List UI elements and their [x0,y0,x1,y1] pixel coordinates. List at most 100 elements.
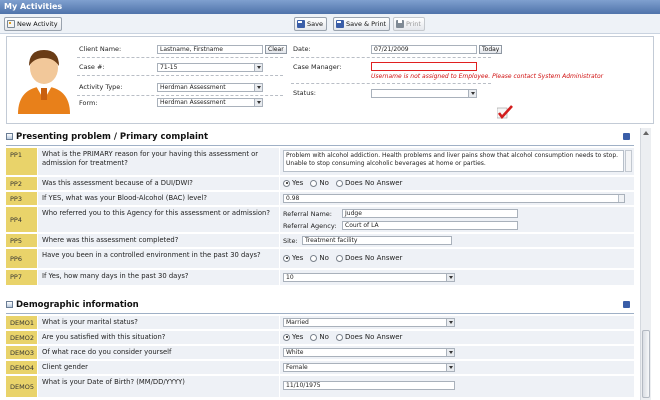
table-row: PP6 Have you been in a controlled enviro… [6,249,634,269]
presenting-problem-section: Presenting problem / Primary complaint P… [6,130,634,292]
radio-yes[interactable]: Yes [283,179,303,187]
chevron-down-icon [446,319,454,326]
radio-yes[interactable]: Yes [283,333,303,341]
radio-no[interactable]: No [310,254,329,262]
date-of-birth-field[interactable]: 11/10/1975 [283,381,455,390]
chevron-down-icon [254,84,262,91]
checkmark-icon[interactable] [497,105,513,119]
section-collapse-icon[interactable] [6,301,13,308]
radio-no-answer[interactable]: Does No Answer [336,333,402,341]
case-select[interactable]: 71-15 [157,63,263,72]
textarea-scrollbar[interactable] [625,150,632,172]
radio-no-label: No [319,333,329,341]
case-label: Case #: [79,63,105,71]
referral-name-label: Referral Name: [283,210,332,218]
answer-cell: Yes No Does No Answer [280,331,634,344]
form-select[interactable]: Herdman Assessment [157,98,263,107]
question-text: Who referred you to this Agency for this… [38,207,280,232]
activity-type-value: Herdman Assessment [160,84,226,91]
radio-dot-icon [336,254,343,262]
client-name-label: Client Name: [79,45,122,53]
chevron-down-icon [254,99,262,106]
window-title: My Activities [0,0,660,14]
radio-yes-label: Yes [292,254,304,262]
status-label: Status: [293,89,316,97]
spinner-icon[interactable] [618,195,624,202]
radio-no[interactable]: No [310,333,329,341]
case-manager-field[interactable] [371,62,477,71]
question-code: PP3 [6,192,38,205]
question-text: What is your marital status? [38,316,280,329]
days-controlled-select[interactable]: 10 [283,273,455,282]
question-code: PP6 [6,249,38,268]
question-code: PP5 [6,234,38,247]
marital-status-select[interactable]: Married [283,318,455,327]
question-text: Of what race do you consider yourself [38,346,280,359]
table-row: PP5 Where was this assessment completed?… [6,234,634,248]
site-field[interactable]: Treatment facility [302,236,452,245]
page-scrollbar[interactable] [640,128,651,400]
table-row: DEMO3 Of what race do you consider yours… [6,346,634,360]
save-print-icon [336,20,344,28]
case-manager-error: Username is not assigned to Employee. Pl… [371,73,604,80]
save-icon[interactable] [623,301,630,308]
answer-cell: Referral Name: Judge Referral Agency: Co… [280,207,634,232]
radio-yes-label: Yes [292,179,304,187]
answer-cell: Site: Treatment facility [280,234,634,247]
radio-yes[interactable]: Yes [283,254,303,262]
primary-reason-textarea[interactable]: Problem with alcohol addiction. Health p… [283,150,624,172]
section-collapse-icon[interactable] [6,133,13,140]
client-header-panel: Client Name: Lastname, Firstname Clear C… [6,36,654,124]
race-select[interactable]: White [283,348,455,357]
save-print-button[interactable]: Save & Print [333,17,391,31]
save-button[interactable]: Save [294,17,327,31]
table-row: DEMO4 Client gender Female [6,361,634,375]
radio-no[interactable]: No [310,179,329,187]
client-name-field[interactable]: Lastname, Firstname [157,45,263,54]
answer-cell: Yes No Does No Answer [280,249,634,268]
radio-no-label: No [319,179,329,187]
save-label: Save [307,20,323,28]
radio-no-answer-label: Does No Answer [345,333,403,341]
new-activity-button[interactable]: New Activity [4,17,62,31]
question-text: Where was this assessment completed? [38,234,280,247]
demographic-section-header: Demographic information [6,298,634,312]
new-document-icon [7,20,15,28]
form-label: Form: [79,99,98,107]
question-code: PP4 [6,207,38,232]
radio-dot-icon [283,179,290,187]
table-row: PP3 If YES, what was your Blood-Alcohol … [6,192,634,206]
save-icon [297,20,305,28]
date-field[interactable]: 07/21/2009 [371,45,477,54]
answer-cell: 0.98 [280,192,634,205]
print-icon [396,20,404,28]
radio-yes-label: Yes [292,333,304,341]
save-icon[interactable] [623,133,630,140]
radio-dot-icon [283,254,290,262]
chevron-down-icon [446,274,454,281]
question-text: What is your Date of Birth? (MM/DD/YYYY) [38,376,280,397]
user-avatar-icon [14,44,74,114]
question-text: Was this assessment because of a DUI/DWI… [38,177,280,190]
activity-type-select[interactable]: Herdman Assessment [157,83,263,92]
referral-agency-field[interactable]: Court of LA [342,221,518,230]
radio-no-answer[interactable]: Does No Answer [336,254,402,262]
radio-no-answer[interactable]: Does No Answer [336,179,402,187]
status-select[interactable] [371,89,477,98]
activity-type-label: Activity Type: [79,83,123,91]
bac-level-input[interactable]: 0.98 [283,194,625,203]
answer-cell: 10 [280,270,634,285]
answer-cell: 11/10/1975 [280,376,634,397]
clear-button[interactable]: Clear [265,45,287,54]
referral-name-field[interactable]: Judge [342,209,518,218]
site-label: Site: [283,237,298,245]
scroll-thumb[interactable] [642,330,650,398]
referral-agency-label: Referral Agency: [283,222,337,230]
gender-select[interactable]: Female [283,363,455,372]
radio-dot-icon [283,333,290,341]
today-button[interactable]: Today [479,45,503,54]
print-label: Print [406,20,421,28]
question-text: What is the PRIMARY reason for your havi… [38,148,280,175]
print-button[interactable]: Print [393,17,425,31]
scroll-up-icon[interactable] [643,131,649,135]
